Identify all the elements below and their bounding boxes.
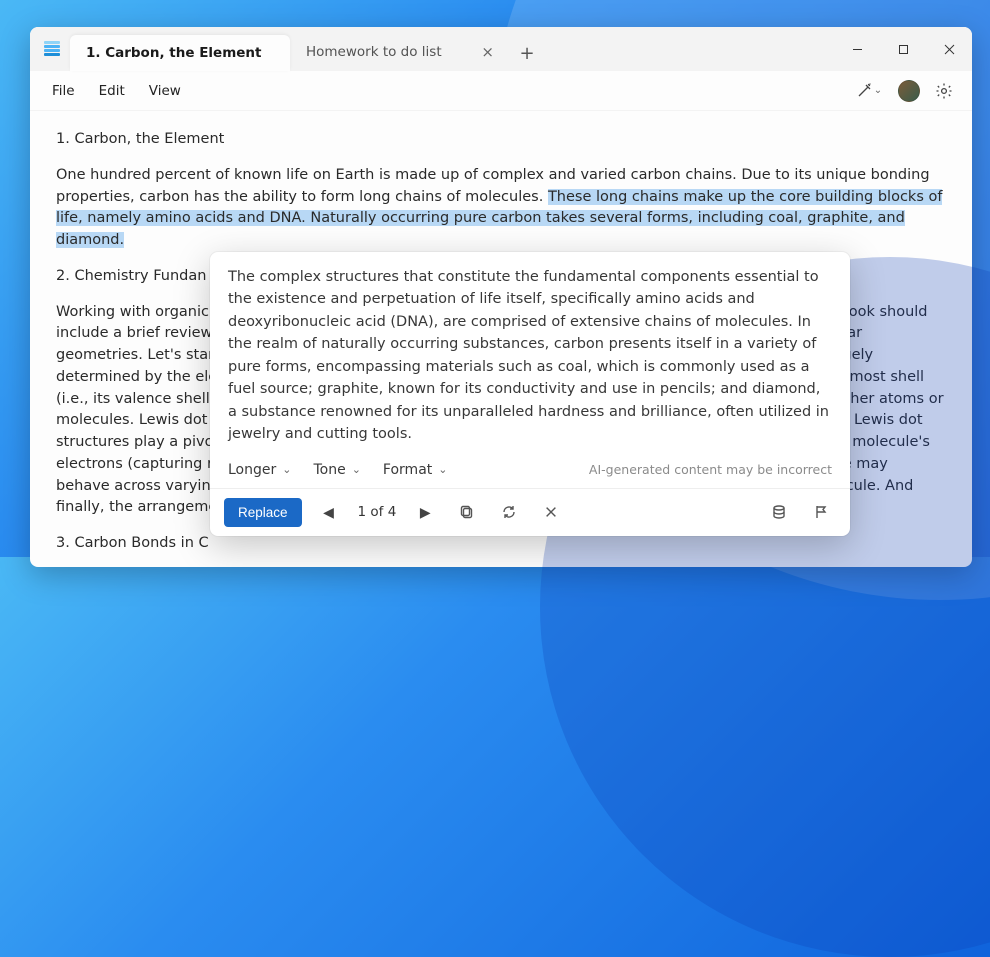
option-tone[interactable]: Tone⌄ [313,462,360,478]
popup-options-row: Longer⌄ Tone⌄ Format⌄ AI-generated conte… [210,456,850,488]
ai-rewrite-icon[interactable]: ⌄ [854,81,884,101]
menu-edit[interactable]: Edit [87,77,137,105]
chevron-down-icon: ⌄ [282,463,291,476]
titlebar: 1. Carbon, the Element Homework to do li… [30,27,972,71]
close-icon[interactable]: × [481,45,494,60]
popup-suggestion-text: The complex structures that constitute t… [210,252,850,456]
menu-view[interactable]: View [137,77,193,105]
copy-button[interactable] [452,497,482,527]
tab-label: 1. Carbon, the Element [86,45,262,61]
chevron-down-icon: ⌄ [352,463,361,476]
prev-suggestion-button[interactable]: ◀ [314,497,344,527]
tab-carbon[interactable]: 1. Carbon, the Element [70,35,290,71]
next-suggestion-button[interactable]: ▶ [410,497,440,527]
menu-file[interactable]: File [40,77,87,105]
minimize-button[interactable] [834,27,880,71]
doc-heading-1: 1. Carbon, the Element [56,129,946,151]
replace-button[interactable]: Replace [224,498,302,527]
maximize-button[interactable] [880,27,926,71]
tab-homework[interactable]: Homework to do list × [290,35,510,69]
dismiss-button[interactable] [536,497,566,527]
settings-icon[interactable] [934,81,954,101]
flag-icon[interactable] [806,497,836,527]
suggestion-counter: 1 of 4 [356,504,399,520]
data-source-icon[interactable] [764,497,794,527]
doc-paragraph-1: One hundred percent of known life on Ear… [56,165,946,252]
doc-heading-3: 3. Carbon Bonds in C [56,533,946,555]
regenerate-button[interactable] [494,497,524,527]
menubar: File Edit View ⌄ [30,71,972,111]
notepad-icon [44,41,60,57]
notepad-window: 1. Carbon, the Element Homework to do li… [30,27,972,567]
chevron-down-icon: ⌄ [438,463,447,476]
ai-disclaimer: AI-generated content may be incorrect [589,462,832,477]
tab-label: Homework to do list [306,44,442,60]
ai-rewrite-popup: The complex structures that constitute t… [210,252,850,536]
popup-action-bar: Replace ◀ 1 of 4 ▶ [210,488,850,536]
avatar[interactable] [898,80,920,102]
option-longer[interactable]: Longer⌄ [228,462,291,478]
option-format[interactable]: Format⌄ [383,462,448,478]
new-tab-button[interactable]: + [510,35,544,71]
window-controls [834,27,972,71]
close-button[interactable] [926,27,972,71]
